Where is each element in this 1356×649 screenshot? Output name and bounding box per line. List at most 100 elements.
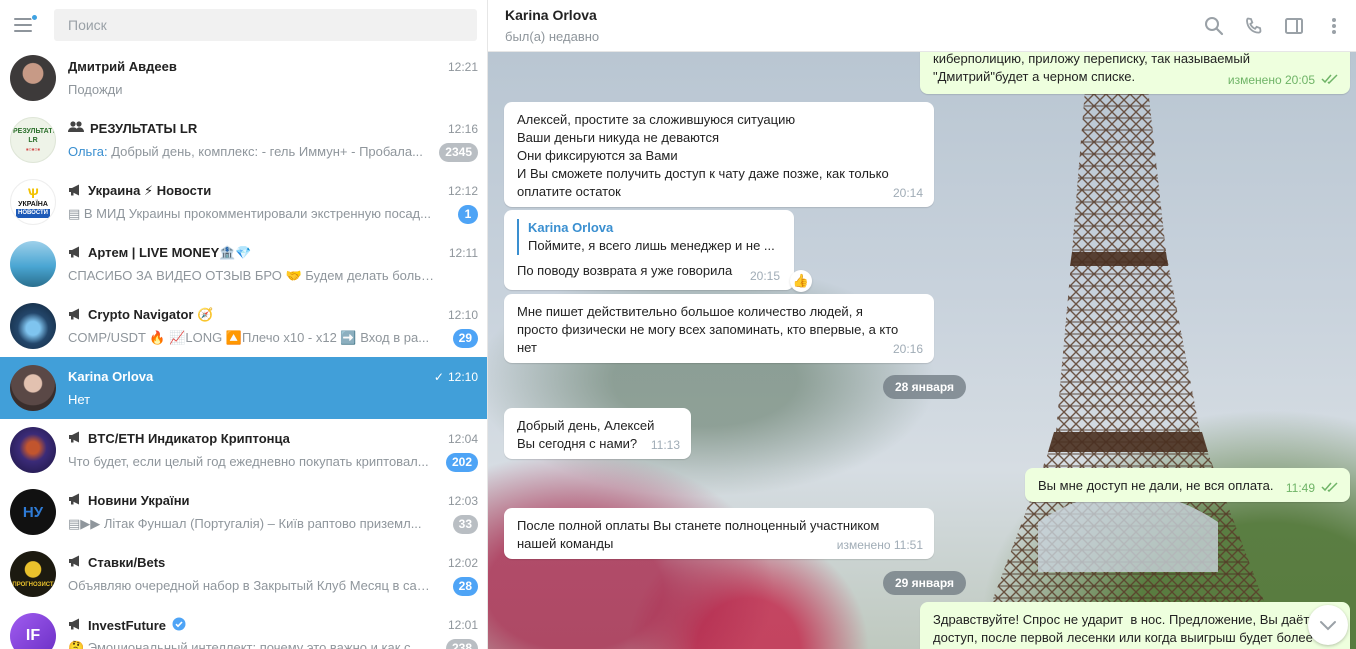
- notification-dot: [31, 13, 38, 21]
- chat-preview: ▤▶▶ Літак Фуншал (Португалія) – Київ рап…: [68, 516, 422, 531]
- avatar: НУ: [10, 489, 56, 535]
- chat-time: 12:03: [447, 494, 478, 508]
- chat-item-investfuture[interactable]: IF InvestFuture 12:01 🤔 Эмоциональный ин…: [0, 605, 487, 649]
- message-incoming-reply[interactable]: Karina Orlova Поймите, я всего лишь мене…: [504, 210, 812, 292]
- left-topbar: [0, 0, 487, 49]
- chat-name: BTC/ETH Индикатор Криптонца: [88, 431, 290, 446]
- avatar: РЕЗУЛЬТАТЫ LR ▪▫▪▫▪: [10, 117, 56, 163]
- megaphone-icon: [68, 555, 82, 570]
- message-incoming[interactable]: После полной оплаты Вы станете полноценн…: [504, 508, 934, 559]
- conversation-header[interactable]: Karina Orlova был(а) недавно: [488, 0, 1356, 52]
- avatar: Ѱ УКРАЇНА НОВОСТИ: [10, 179, 56, 225]
- message-incoming[interactable]: Добрый день, Алексей Вы сегодня с нами? …: [504, 408, 691, 459]
- megaphone-icon: [68, 431, 82, 446]
- scroll-down-button[interactable]: [1308, 605, 1348, 645]
- unread-badge: 33: [452, 515, 478, 534]
- background-tower-image: [978, 52, 1268, 649]
- reply-quote[interactable]: Karina Orlova Поймите, я всего лишь мене…: [517, 219, 781, 255]
- avatar: IF: [10, 613, 56, 649]
- avatar-sublabel: НОВОСТИ: [15, 209, 50, 218]
- avatar-icons: ▪▫▪▫▪: [25, 144, 41, 154]
- chat-item-bets[interactable]: ПРОГНОЗИСТ Ставки/Bets 12:02 Объявляю оч…: [0, 543, 487, 605]
- message-incoming[interactable]: Алексей, простите за сложившуюся ситуаци…: [504, 102, 934, 207]
- chat-list: Дмитрий Авдеев 12:21 Подожди РЕЗУЛЬТАТЫ …: [0, 47, 487, 649]
- unread-badge: 238: [445, 639, 478, 649]
- avatar-label: УКРАЇНА: [18, 201, 48, 208]
- sidebar-toggle-icon[interactable]: [1282, 14, 1306, 38]
- reply-text: Поймите, я всего лишь менеджер и не ...: [528, 238, 775, 253]
- avatar: [10, 427, 56, 473]
- unread-badge: 28: [452, 577, 478, 596]
- chat-time: 12:04: [447, 432, 478, 446]
- megaphone-icon: [68, 246, 82, 261]
- message-outgoing[interactable]: киберполицию, приложу переписку, так наз…: [920, 52, 1350, 94]
- avatar-label: ПРОГНОЗИСТ: [12, 582, 54, 588]
- chat-time: 12:12: [447, 184, 478, 198]
- group-icon: [68, 121, 84, 136]
- chat-name: Crypto Navigator 🧭: [88, 307, 214, 322]
- chat-item-crypto-navigator[interactable]: Crypto Navigator 🧭 12:10 COMP/USDT 🔥 📈LO…: [0, 295, 487, 357]
- menu-icon[interactable]: [14, 11, 42, 39]
- chat-time: 12:01: [447, 618, 478, 632]
- search-input[interactable]: [54, 8, 477, 41]
- chat-name: Ставки/Bets: [88, 555, 166, 570]
- unread-badge: 202: [445, 453, 478, 472]
- message-area[interactable]: киберполицию, приложу переписку, так наз…: [488, 52, 1356, 649]
- chat-time: 12:11: [448, 246, 478, 260]
- chat-list-pane: Дмитрий Авдеев 12:21 Подожди РЕЗУЛЬТАТЫ …: [0, 0, 488, 649]
- megaphone-icon: [68, 618, 82, 633]
- message-meta: изменено 20:05: [1228, 71, 1339, 89]
- avatar: [10, 303, 56, 349]
- chat-item-novyny-ukrainy[interactable]: НУ Новини України 12:03 ▤▶▶ Літак Фуншал…: [0, 481, 487, 543]
- chat-time: ✓ 12:10: [433, 370, 478, 384]
- phone-icon[interactable]: [1242, 14, 1266, 38]
- chat-name: InvestFuture: [88, 618, 167, 633]
- chat-item-results-lr[interactable]: РЕЗУЛЬТАТЫ LR ▪▫▪▫▪ РЕЗУЛЬТАТЫ LR 12:16 …: [0, 109, 487, 171]
- unread-badge: 1: [458, 205, 478, 224]
- date-separator: 29 января: [883, 571, 966, 595]
- chat-item-karina-orlova[interactable]: Karina Orlova ✓ 12:10 Нет: [0, 357, 487, 419]
- chat-name: Артем | LIVE MONEY🏦💎: [88, 245, 252, 260]
- chat-item-btc-eth-indicator[interactable]: BTC/ETH Индикатор Криптонца 12:04 Что бу…: [0, 419, 487, 481]
- megaphone-icon: [68, 493, 82, 508]
- date-separator: 28 января: [883, 375, 966, 399]
- chat-preview: Объявляю очередной набор в Закрытый Клуб…: [68, 578, 436, 593]
- chat-preview: Нет: [68, 392, 91, 407]
- chat-time: 12:10: [447, 308, 478, 322]
- reaction-thumbs-up[interactable]: 👍: [790, 270, 812, 292]
- chat-time: 12:02: [447, 556, 478, 570]
- megaphone-icon: [68, 308, 82, 323]
- chevron-down-icon: [1320, 621, 1336, 631]
- chat-item-dmitry-avdeev[interactable]: Дмитрий Авдеев 12:21 Подожди: [0, 47, 487, 109]
- chat-item-ukraine-news[interactable]: Ѱ УКРАЇНА НОВОСТИ Украина ⚡ Новости 12:1…: [0, 171, 487, 233]
- reply-author: Karina Orlova: [528, 220, 614, 235]
- message-text: Мне пишет действительно большое количест…: [517, 304, 899, 355]
- message-text: Здравствуйте! Спрос не ударит в нос. Пре…: [933, 612, 1317, 645]
- message-text: По поводу возврата я уже говорила: [517, 263, 733, 278]
- avatar: ПРОГНОЗИСТ: [10, 551, 56, 597]
- chat-preview: Ольга: Добрый день, комплекс: - гель Имм…: [68, 144, 423, 159]
- search-icon[interactable]: [1202, 14, 1226, 38]
- unread-badge: 2345: [439, 143, 478, 162]
- chat-preview: ▤ В МИД Украины прокомментировали экстре…: [68, 206, 431, 221]
- conversation-pane: Karina Orlova был(а) недавно киберполици…: [488, 0, 1356, 649]
- avatar: [10, 365, 56, 411]
- trident-icon: Ѱ: [27, 185, 39, 201]
- message-outgoing[interactable]: Здравствуйте! Спрос не ударит в нос. Пре…: [920, 602, 1350, 649]
- unread-badge: 29: [452, 329, 478, 348]
- chat-name: Украина ⚡ Новости: [88, 183, 212, 198]
- message-time: 20:14: [892, 186, 923, 200]
- avatar: [10, 241, 56, 287]
- message-time: 11:13: [650, 438, 680, 452]
- avatar-label: РЕЗУЛЬТАТЫ LR: [13, 127, 56, 144]
- avatar-initials: IF: [25, 627, 41, 644]
- chat-item-artem-live-money[interactable]: Артем | LIVE MONEY🏦💎 12:11 СПАСИБО ЗА ВИ…: [0, 233, 487, 295]
- chat-time: 12:21: [447, 60, 478, 74]
- chat-name: Karina Orlova: [68, 369, 154, 384]
- chat-preview: Подожди: [68, 82, 123, 97]
- avatar-initials: НУ: [22, 503, 44, 521]
- more-icon[interactable]: [1322, 14, 1346, 38]
- chat-name: РЕЗУЛЬТАТЫ LR: [90, 121, 198, 136]
- message-outgoing[interactable]: Вы мне доступ не дали, не вся оплата. 11…: [1025, 468, 1350, 502]
- message-incoming[interactable]: Мне пишет действительно большое количест…: [504, 294, 934, 363]
